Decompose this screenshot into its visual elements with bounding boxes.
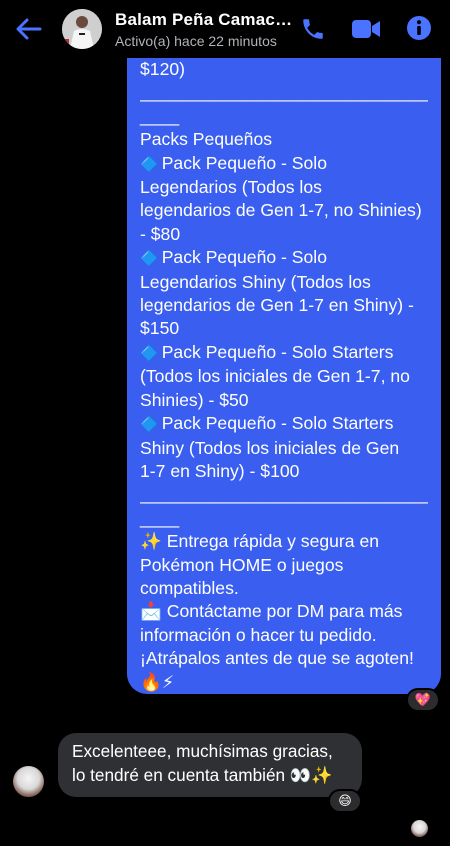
outgoing-message-bubble[interactable]: $120) ________________________________ _… [127,0,441,694]
message-text-line: 🔥⚡ [140,671,175,692]
message-text-line: Legendarios Shiny (Todos los [140,271,371,292]
video-camera-icon [352,20,380,38]
message-text-line: información o hacer tu pedido. [140,624,377,645]
seen-indicator-avatar [411,820,428,837]
back-button[interactable] [14,16,44,42]
message-text-line: Shiny (Todos los iniciales de Gen [140,437,400,458]
divider-tail: ____ [140,105,180,126]
back-arrow-icon [16,18,42,40]
divider-line: ________________________________ [140,82,428,103]
message-text-line: compatibles. [140,577,239,598]
message-reaction[interactable]: 💖 [406,688,440,712]
message-text-line: 📩 Contáctame por DM para más [140,601,403,622]
list-item: 🔷 Pack Pequeño - Solo [140,152,327,173]
blue-diamond-icon: 🔷 [140,416,159,434]
message-text-line: legendarios de Gen 1-7 en Shiny) - [140,295,414,316]
phone-icon [303,19,323,39]
message-text-line: $120) [140,59,185,79]
section-title: Packs Pequeños [140,129,273,150]
contact-name[interactable]: Balam Peña Camacho [115,10,295,30]
message-text-line: 1-7 en Shiny) - $100 [140,460,300,481]
message-text-line: Pokémon HOME o juegos [140,554,344,575]
info-button[interactable] [406,15,432,46]
active-status: Activo(a) hace 22 minutos [115,33,277,49]
message-text-line: legendarios de Gen 1-7, no Shinies) [140,200,422,221]
message-text-line: ✨ Entrega rápida y segura en [140,531,380,552]
chat-screen: $120) ________________________________ _… [0,0,450,846]
list-item: 🔷 Pack Pequeño - Solo [140,247,327,268]
list-item: 🔷 Pack Pequeño - Solo Starters [140,341,394,362]
blue-diamond-icon: 🔷 [140,344,159,362]
blue-diamond-icon: 🔷 [140,250,159,268]
contact-avatar[interactable] [62,9,102,49]
divider-tail: ____ [140,507,180,528]
message-text-line: - $80 [140,223,181,244]
call-button[interactable] [300,16,326,47]
message-text-line: Shinies) - $50 [140,389,249,410]
message-text-line: Excelenteee, muchísimas gracias, [72,741,333,761]
chat-header: Balam Peña Camacho Activo(a) hace 22 min… [0,0,450,58]
message-text-line: (Todos los iniciales de Gen 1-7, no [140,366,410,387]
smile-reaction-icon: 😄 [338,793,352,808]
message-text-line: ¡Atrápalos antes de que se agoten! [140,648,414,669]
heart-reaction-icon: 💖 [414,692,432,707]
contact-avatar[interactable] [13,766,44,797]
message-text-line: $150 [140,318,180,339]
info-icon [407,16,431,40]
video-call-button[interactable] [351,16,381,47]
blue-diamond-icon: 🔷 [140,155,159,173]
divider-line: ________________________________ [140,484,428,505]
message-text-line: lo tendré en cuenta también 👀✨ [72,764,333,785]
incoming-message-bubble[interactable]: Excelenteee, muchísimas gracias, lo tend… [58,733,362,797]
message-reaction[interactable]: 😄 [328,789,362,813]
list-item: 🔷 Pack Pequeño - Solo Starters [140,413,394,434]
avatar-picture [62,9,102,49]
message-text-line: Legendarios (Todos los [140,177,322,198]
